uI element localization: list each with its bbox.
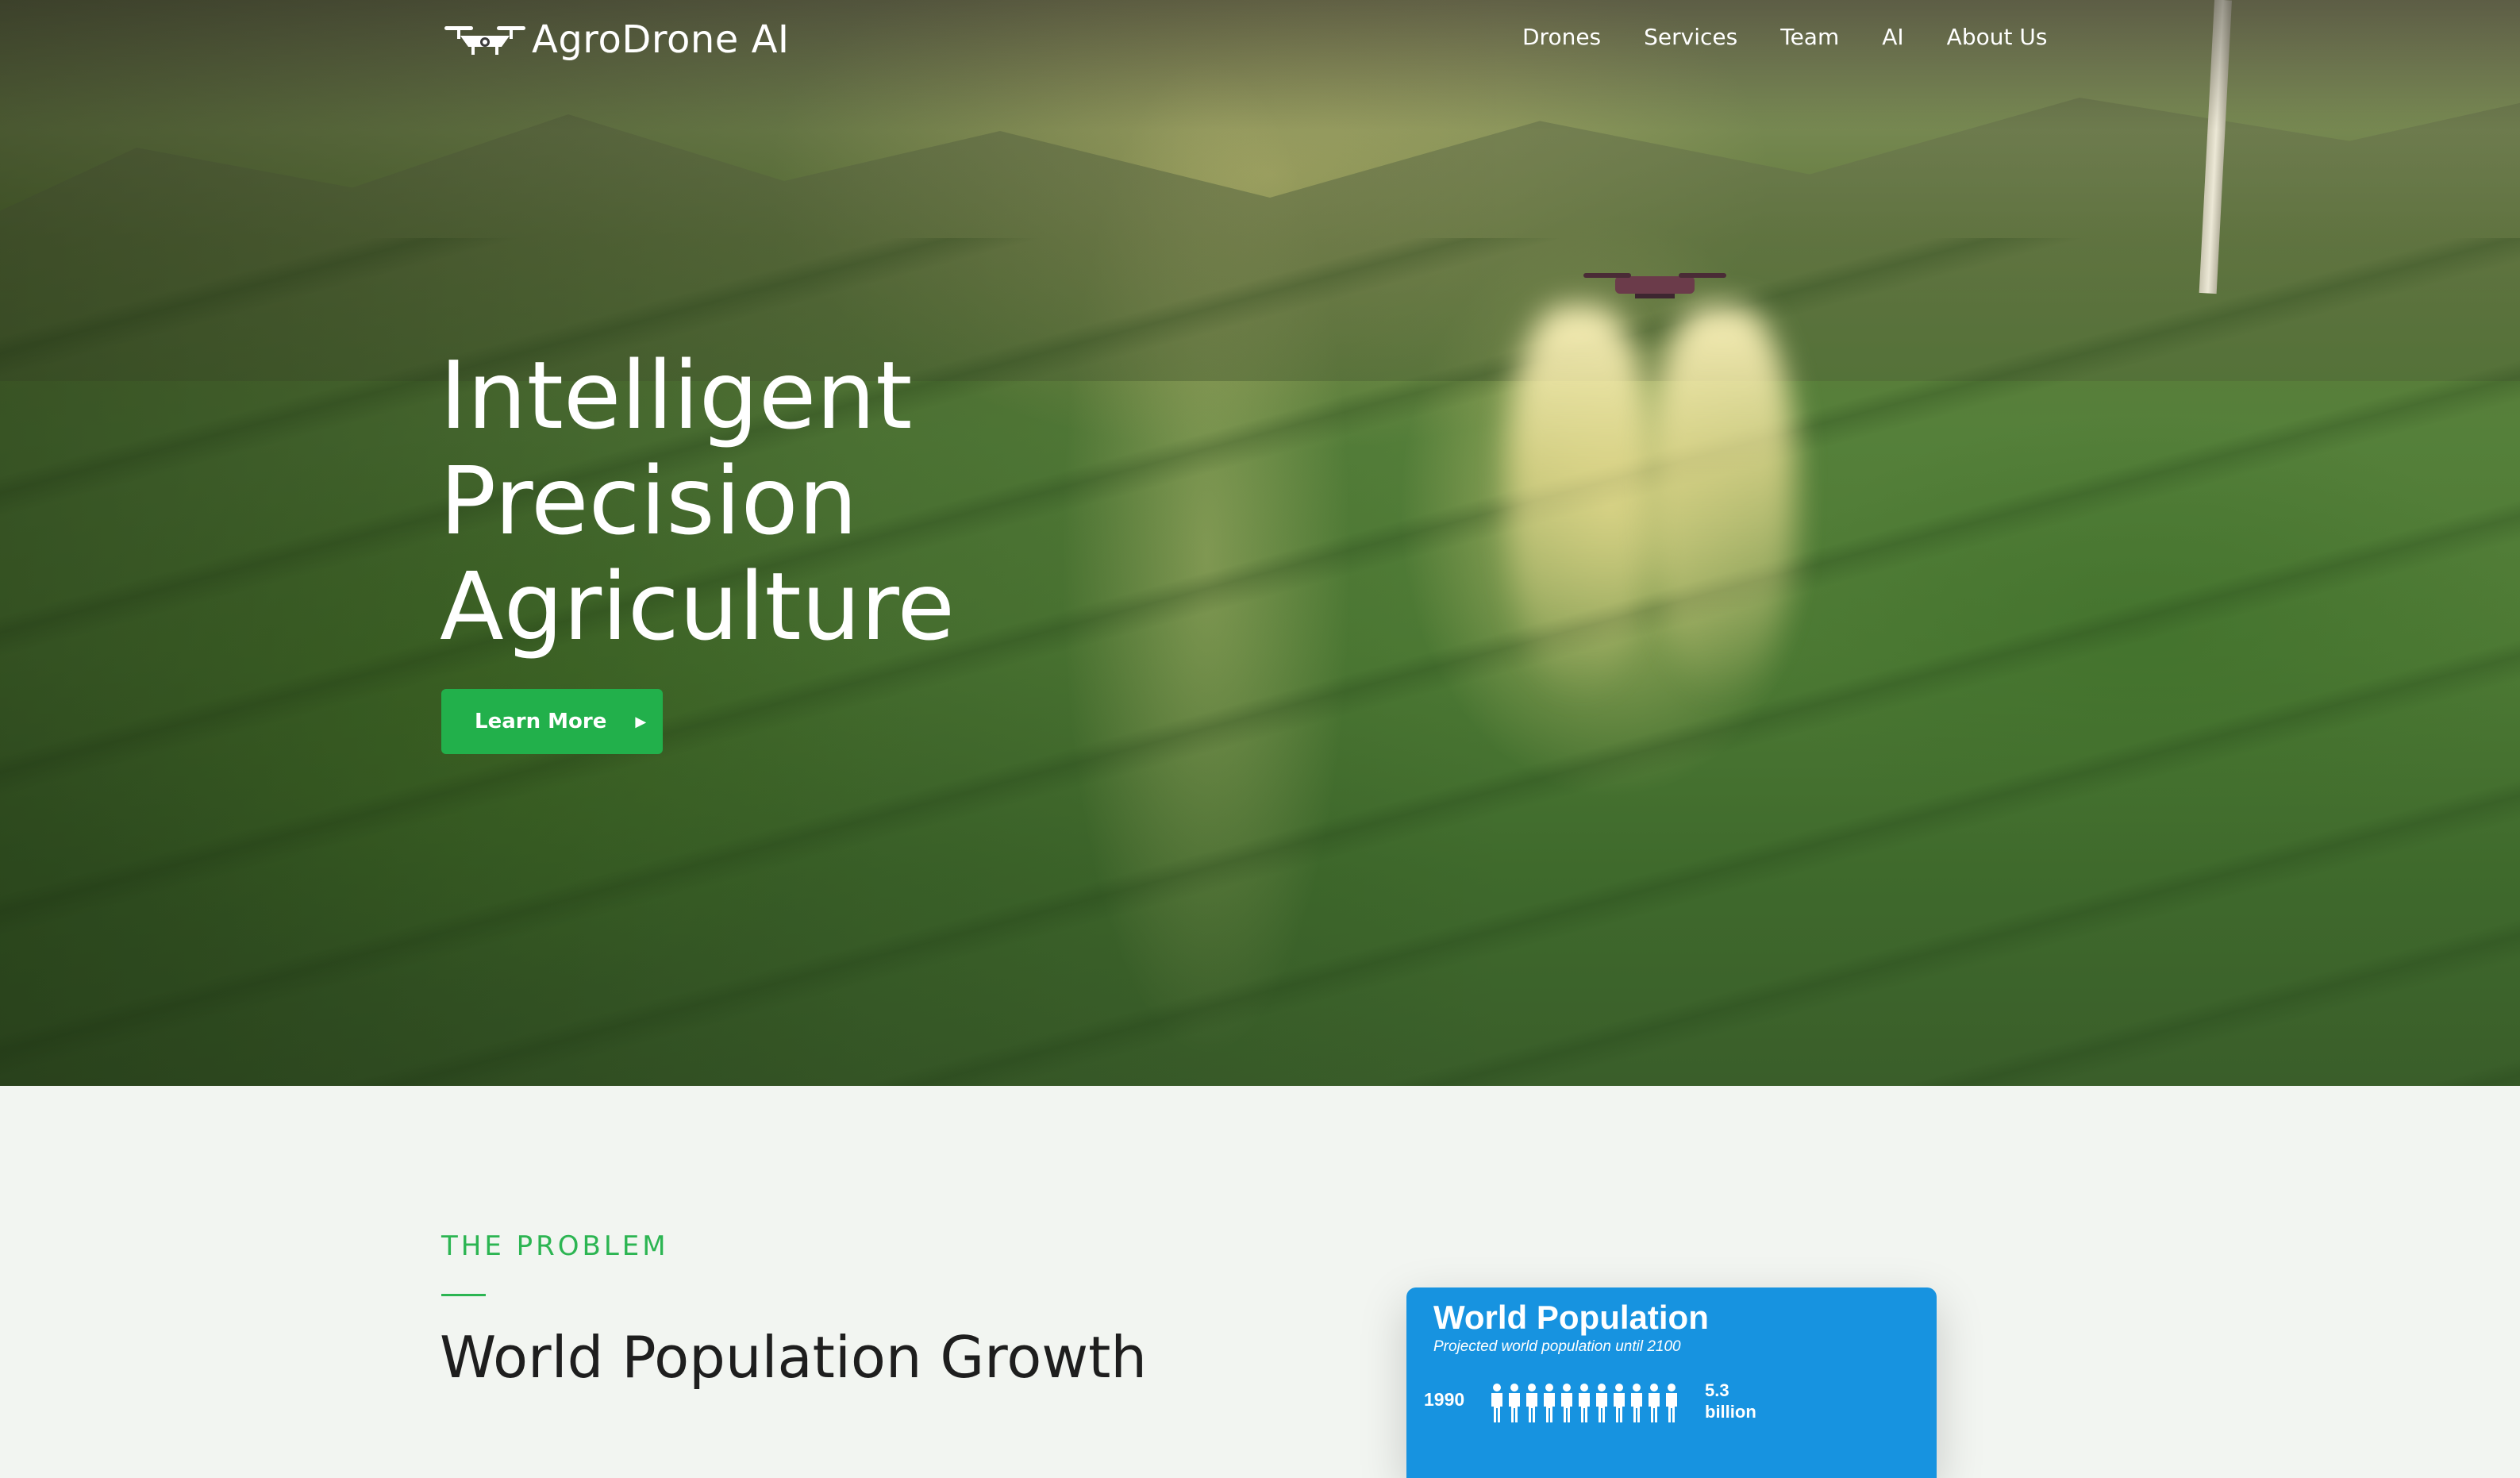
infographic-title: World Population: [1433, 1299, 1709, 1336]
population-unit: billion: [1705, 1402, 1756, 1422]
person-icon: [1631, 1384, 1642, 1422]
nav-menu: Drones Services Team AI About Us: [1522, 24, 2047, 50]
hero-overlay: [0, 0, 2520, 1086]
person-icon: [1579, 1384, 1590, 1422]
drone-icon: [444, 26, 525, 55]
infographic-subtitle: Projected world population until 2100: [1433, 1338, 1681, 1355]
nav-link-ai[interactable]: AI: [1882, 24, 1903, 50]
learn-more-label: Learn More: [475, 710, 607, 733]
person-icon: [1666, 1384, 1677, 1422]
hero-title: Intelligent Precision Agriculture: [440, 343, 1154, 660]
hero-title-line: Precision: [440, 446, 858, 556]
person-icon: [1614, 1384, 1625, 1422]
section-divider: [441, 1294, 486, 1296]
hero-title-line: Agriculture: [440, 552, 955, 661]
caret-right-icon: ▶: [635, 713, 647, 730]
section-eyebrow: THE PROBLEM: [441, 1230, 669, 1262]
world-population-infographic: World Population Projected world populat…: [1406, 1287, 1937, 1478]
brand-name: AgroDrone AI: [532, 17, 790, 62]
person-icon: [1544, 1384, 1555, 1422]
brand-logo-link[interactable]: AgroDrone AI: [443, 17, 790, 62]
hero-title-line: Intelligent: [440, 341, 913, 450]
learn-more-button[interactable]: Learn More ▶: [441, 689, 663, 754]
person-icon: [1509, 1384, 1520, 1422]
nav-link-about-us[interactable]: About Us: [1947, 24, 2048, 50]
population-value: 5.3: [1705, 1380, 1729, 1400]
infographic-value: 5.3 billion: [1705, 1380, 1756, 1422]
nav-link-drones[interactable]: Drones: [1522, 24, 1601, 50]
person-icon: [1491, 1384, 1502, 1422]
section-title: World Population Growth: [440, 1324, 1147, 1391]
person-icon: [1561, 1384, 1572, 1422]
person-icon: [1526, 1384, 1537, 1422]
top-navbar: AgroDrone AI Drones Services Team AI Abo…: [0, 0, 2520, 79]
nav-link-services[interactable]: Services: [1644, 24, 1737, 50]
person-icon: [1649, 1384, 1660, 1422]
infographic-year: 1990: [1424, 1389, 1465, 1410]
person-icon: [1596, 1384, 1607, 1422]
population-people-row: [1489, 1383, 1679, 1424]
nav-link-team[interactable]: Team: [1780, 24, 1839, 50]
hero-section: AgroDrone AI Drones Services Team AI Abo…: [0, 0, 2520, 1086]
